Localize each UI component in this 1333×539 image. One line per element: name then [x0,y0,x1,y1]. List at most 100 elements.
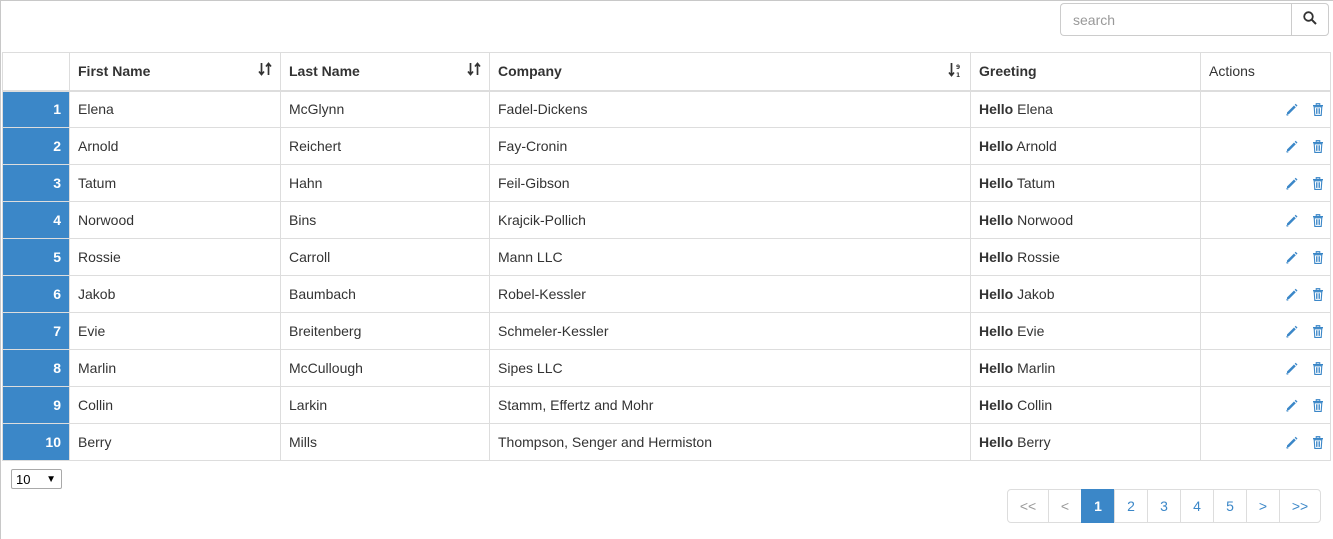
pagination-page-button[interactable]: 4 [1180,489,1214,523]
edit-pencil-icon[interactable] [1284,288,1298,302]
actions-cell [1200,164,1331,202]
row-number-cell: 5 [2,238,70,276]
table-row[interactable]: 4 Norwood Bins Krajcik-Pollich Hello Norwood [2,201,1331,239]
greeting-cell: Hello Berry [970,423,1201,461]
last-name-cell: Breitenberg [280,312,490,350]
header-first-name-label: First Name [78,63,151,80]
table-row[interactable]: 9 Collin Larkin Stamm, Effertz and Mohr Hell… [2,386,1331,424]
greeting-prefix: Hello [979,138,1014,154]
search-input[interactable] [1060,3,1291,36]
page-size-select[interactable]: 10 ▼ [11,469,62,489]
pagination-page-button[interactable]: 1 [1081,489,1115,523]
edit-pencil-icon[interactable] [1284,251,1298,265]
table-row[interactable]: 5 Rossie Carroll Mann LLC Hello Rossie [2,238,1331,276]
row-number-cell: 2 [2,127,70,165]
edit-pencil-icon[interactable] [1284,140,1298,154]
svg-text:9: 9 [956,64,960,71]
pagination-page-button[interactable]: 5 [1213,489,1247,523]
greeting-name: Arnold [1016,138,1057,154]
header-actions: Actions [1200,52,1331,92]
table-row[interactable]: 1 Elena McGlynn Fadel-Dickens Hello Elena [2,90,1331,128]
sort-icon[interactable] [258,62,272,79]
table-row[interactable]: 3 Tatum Hahn Feil-Gibson Hello Tatum [2,164,1331,202]
first-name-cell: Norwood [69,201,281,239]
row-number-cell: 3 [2,164,70,202]
table-row[interactable]: 7 Evie Breitenberg Schmeler-Kessler Hello Ev… [2,312,1331,350]
pagination-page-button[interactable]: 2 [1114,489,1148,523]
greeting-cell: Hello Rossie [970,238,1201,276]
actions-cell [1200,127,1331,165]
edit-pencil-icon[interactable] [1284,177,1298,191]
first-name-cell: Elena [69,90,281,128]
actions-cell [1200,386,1331,424]
row-number-cell: 7 [2,312,70,350]
delete-trash-icon[interactable] [1310,288,1324,302]
actions-cell [1200,90,1331,128]
last-name-cell: Larkin [280,386,490,424]
last-name-cell: Hahn [280,164,490,202]
pagination-page-button[interactable]: 3 [1147,489,1181,523]
actions-cell [1200,423,1331,461]
company-cell: Feil-Gibson [489,164,971,202]
company-cell: Fay-Cronin [489,127,971,165]
greeting-cell: Hello Collin [970,386,1201,424]
greeting-name: Jakob [1017,286,1055,302]
row-number-cell: 9 [2,386,70,424]
pagination-prev-button[interactable]: < [1048,489,1082,523]
pagination-first-button[interactable]: << [1007,489,1049,523]
sort-numeric-icon[interactable]: 91 [948,62,962,81]
search-button[interactable] [1291,3,1329,36]
delete-trash-icon[interactable] [1310,103,1324,117]
company-cell: Mann LLC [489,238,971,276]
pagination-next-button[interactable]: > [1246,489,1280,523]
edit-pencil-icon[interactable] [1284,103,1298,117]
edit-pencil-icon[interactable] [1284,362,1298,376]
last-name-cell: McGlynn [280,90,490,128]
header-company[interactable]: Company 91 [489,52,971,92]
page-size-value: 10 [16,471,31,487]
table-row[interactable]: 8 Marlin McCullough Sipes LLC Hello Marlin [2,349,1331,387]
delete-trash-icon[interactable] [1310,140,1324,154]
header-actions-label: Actions [1209,63,1255,80]
delete-trash-icon[interactable] [1310,436,1324,450]
search-bar [1060,3,1329,36]
last-name-cell: Carroll [280,238,490,276]
greeting-prefix: Hello [979,175,1014,191]
chevron-down-icon: ▼ [46,473,56,485]
actions-cell [1200,275,1331,313]
edit-pencil-icon[interactable] [1284,436,1298,450]
header-last-name[interactable]: Last Name [280,52,490,92]
header-company-label: Company [498,63,562,80]
table-row[interactable]: 2 Arnold Reichert Fay-Cronin Hello Arnold [2,127,1331,165]
delete-trash-icon[interactable] [1310,177,1324,191]
header-greeting: Greeting [970,52,1201,92]
company-cell: Schmeler-Kessler [489,312,971,350]
header-first-name[interactable]: First Name [69,52,281,92]
svg-text:1: 1 [956,72,960,78]
greeting-name: Berry [1017,434,1051,450]
greeting-prefix: Hello [979,323,1014,339]
sort-icon[interactable] [467,62,481,79]
delete-trash-icon[interactable] [1310,325,1324,339]
greeting-name: Elena [1017,101,1053,118]
table-row[interactable]: 6 Jakob Baumbach Robel-Kessler Hello Jakob [2,275,1331,313]
row-number-cell: 4 [2,201,70,239]
delete-trash-icon[interactable] [1310,362,1324,376]
company-cell: Krajcik-Pollich [489,201,971,239]
first-name-cell: Jakob [69,275,281,313]
edit-pencil-icon[interactable] [1284,325,1298,339]
delete-trash-icon[interactable] [1310,399,1324,413]
delete-trash-icon[interactable] [1310,214,1324,228]
pagination-last-button[interactable]: >> [1279,489,1321,523]
header-last-name-label: Last Name [289,63,360,80]
delete-trash-icon[interactable] [1310,251,1324,265]
greeting-prefix: Hello [979,360,1014,376]
last-name-cell: Bins [280,201,490,239]
edit-pencil-icon[interactable] [1284,399,1298,413]
table-row[interactable]: 10 Berry Mills Thompson, Senger and Hermist… [2,423,1331,461]
edit-pencil-icon[interactable] [1284,214,1298,228]
first-name-cell: Collin [69,386,281,424]
greeting-cell: Hello Jakob [970,275,1201,313]
company-cell: Stamm, Effertz and Mohr [489,386,971,424]
last-name-cell: Mills [280,423,490,461]
